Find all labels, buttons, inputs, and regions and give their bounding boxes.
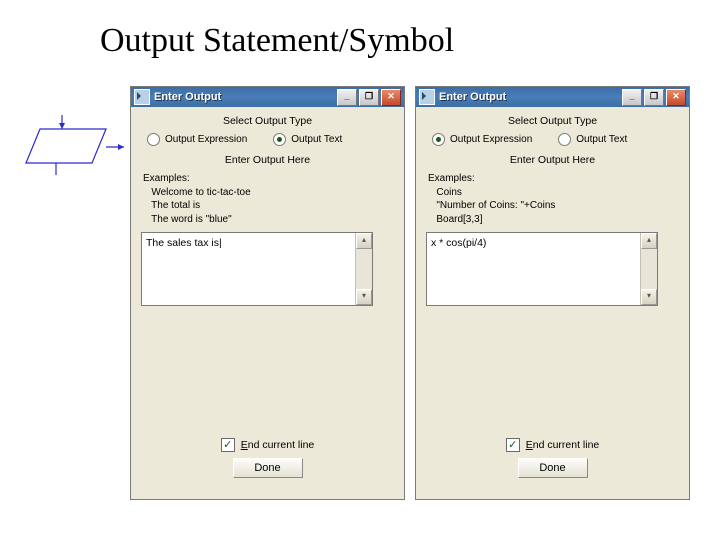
radio-label: Output Expression [165,134,247,145]
output-type-radios: Output Expression Output Text [141,133,394,146]
enter-output-label: Enter Output Here [426,154,679,166]
close-button[interactable]: ✕ [381,89,401,106]
examples-block: Examples: Welcome to tic-tac-toe The tot… [143,172,394,226]
radio-output-text[interactable]: Output Text [558,133,627,146]
radio-icon [558,133,571,146]
radio-icon [432,133,445,146]
radio-label: Output Expression [450,134,532,145]
radio-output-text[interactable]: Output Text [273,133,342,146]
scrollbar[interactable]: ▴ ▾ [355,233,372,305]
examples-block: Examples: Coins "Number of Coins: "+Coin… [428,172,679,226]
checkbox-label: End current line [526,439,600,451]
enter-output-dialog-text: Enter Output _ ❐ ✕ Select Output Type Ou… [130,86,405,500]
done-button[interactable]: Done [518,458,588,478]
titlebar: Enter Output _ ❐ ✕ [131,87,404,107]
radio-output-expression[interactable]: Output Expression [147,133,247,146]
done-button[interactable]: Done [233,458,303,478]
scroll-up-icon[interactable]: ▴ [356,233,372,249]
output-textarea[interactable]: The sales tax is| ▴ ▾ [141,232,373,306]
radio-output-expression[interactable]: Output Expression [432,133,532,146]
maximize-button[interactable]: ❐ [644,89,664,106]
parallelogram-symbol [20,115,130,185]
close-button[interactable]: ✕ [666,89,686,106]
select-output-type-label: Select Output Type [426,115,679,127]
radio-label: Output Text [576,134,627,145]
checkbox-icon: ✓ [221,438,235,452]
window-title: Enter Output [154,91,337,103]
output-textarea[interactable]: x * cos(pi/4) ▴ ▾ [426,232,658,306]
checkbox-icon: ✓ [506,438,520,452]
scroll-down-icon[interactable]: ▾ [641,289,657,305]
minimize-button[interactable]: _ [337,89,357,106]
select-output-type-label: Select Output Type [141,115,394,127]
enter-output-label: Enter Output Here [141,154,394,166]
radio-label: Output Text [291,134,342,145]
window-title: Enter Output [439,91,622,103]
scrollbar[interactable]: ▴ ▾ [640,233,657,305]
enter-output-dialog-expression: Enter Output _ ❐ ✕ Select Output Type Ou… [415,86,690,500]
textarea-content: The sales tax is| [142,233,372,253]
output-type-radios: Output Expression Output Text [426,133,679,146]
scroll-up-icon[interactable]: ▴ [641,233,657,249]
checkbox-label: End current line [241,439,315,451]
minimize-button[interactable]: _ [622,89,642,106]
page-title: Output Statement/Symbol [100,22,454,60]
textarea-content: x * cos(pi/4) [427,233,657,253]
scroll-down-icon[interactable]: ▾ [356,289,372,305]
titlebar: Enter Output _ ❐ ✕ [416,87,689,107]
end-current-line-checkbox[interactable]: ✓ End current line [426,438,679,452]
app-icon [419,89,435,105]
radio-icon [273,133,286,146]
app-icon [134,89,150,105]
end-current-line-checkbox[interactable]: ✓ End current line [141,438,394,452]
maximize-button[interactable]: ❐ [359,89,379,106]
radio-icon [147,133,160,146]
